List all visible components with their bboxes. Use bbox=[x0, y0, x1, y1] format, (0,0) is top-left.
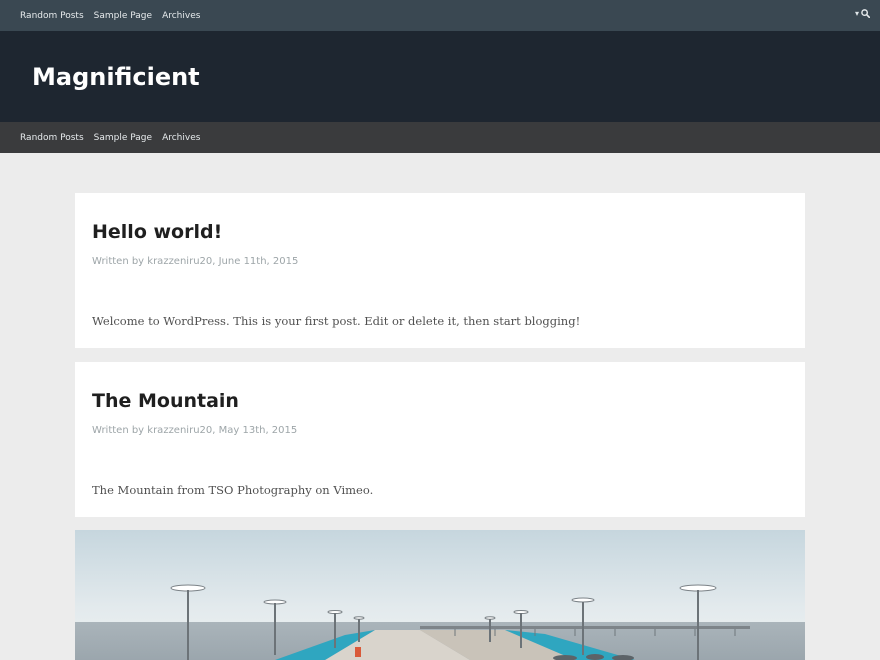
main-menu-random-posts[interactable]: Random Posts bbox=[20, 133, 84, 143]
caret-down-icon: ▾ bbox=[854, 8, 859, 18]
post-title[interactable]: The Mountain bbox=[92, 390, 239, 412]
site-header: Magnificient bbox=[0, 31, 880, 122]
pier-photo bbox=[75, 530, 805, 660]
top-menu: Random Posts Sample Page Archives bbox=[20, 11, 210, 21]
search-icon bbox=[861, 9, 870, 18]
post-meta: Written by krazzeniru20, June 11th, 2015 bbox=[92, 256, 299, 267]
main-navigation-bar: Random Posts Sample Page Archives bbox=[0, 122, 880, 153]
top-menu-sample-page[interactable]: Sample Page bbox=[94, 11, 152, 21]
site-title[interactable]: Magnificient bbox=[32, 63, 200, 91]
post-title[interactable]: Hello world! bbox=[92, 221, 222, 243]
main-menu: Random Posts Sample Page Archives bbox=[20, 133, 210, 143]
top-navigation-bar: Random Posts Sample Page Archives ▾ bbox=[0, 0, 880, 31]
post-excerpt: Welcome to WordPress. This is your first… bbox=[92, 314, 581, 328]
top-menu-random-posts[interactable]: Random Posts bbox=[20, 11, 84, 21]
search-toggle[interactable]: ▾ bbox=[855, 9, 870, 18]
featured-image-pier[interactable] bbox=[75, 530, 805, 660]
top-menu-archives[interactable]: Archives bbox=[162, 11, 200, 21]
post-card: The Mountain Written by krazzeniru20, Ma… bbox=[75, 362, 805, 517]
main-menu-sample-page[interactable]: Sample Page bbox=[94, 133, 152, 143]
post-excerpt: The Mountain from TSO Photography on Vim… bbox=[92, 483, 374, 497]
post-meta: Written by krazzeniru20, May 13th, 2015 bbox=[92, 425, 298, 436]
main-menu-archives[interactable]: Archives bbox=[162, 133, 200, 143]
post-card: Hello world! Written by krazzeniru20, Ju… bbox=[75, 193, 805, 348]
